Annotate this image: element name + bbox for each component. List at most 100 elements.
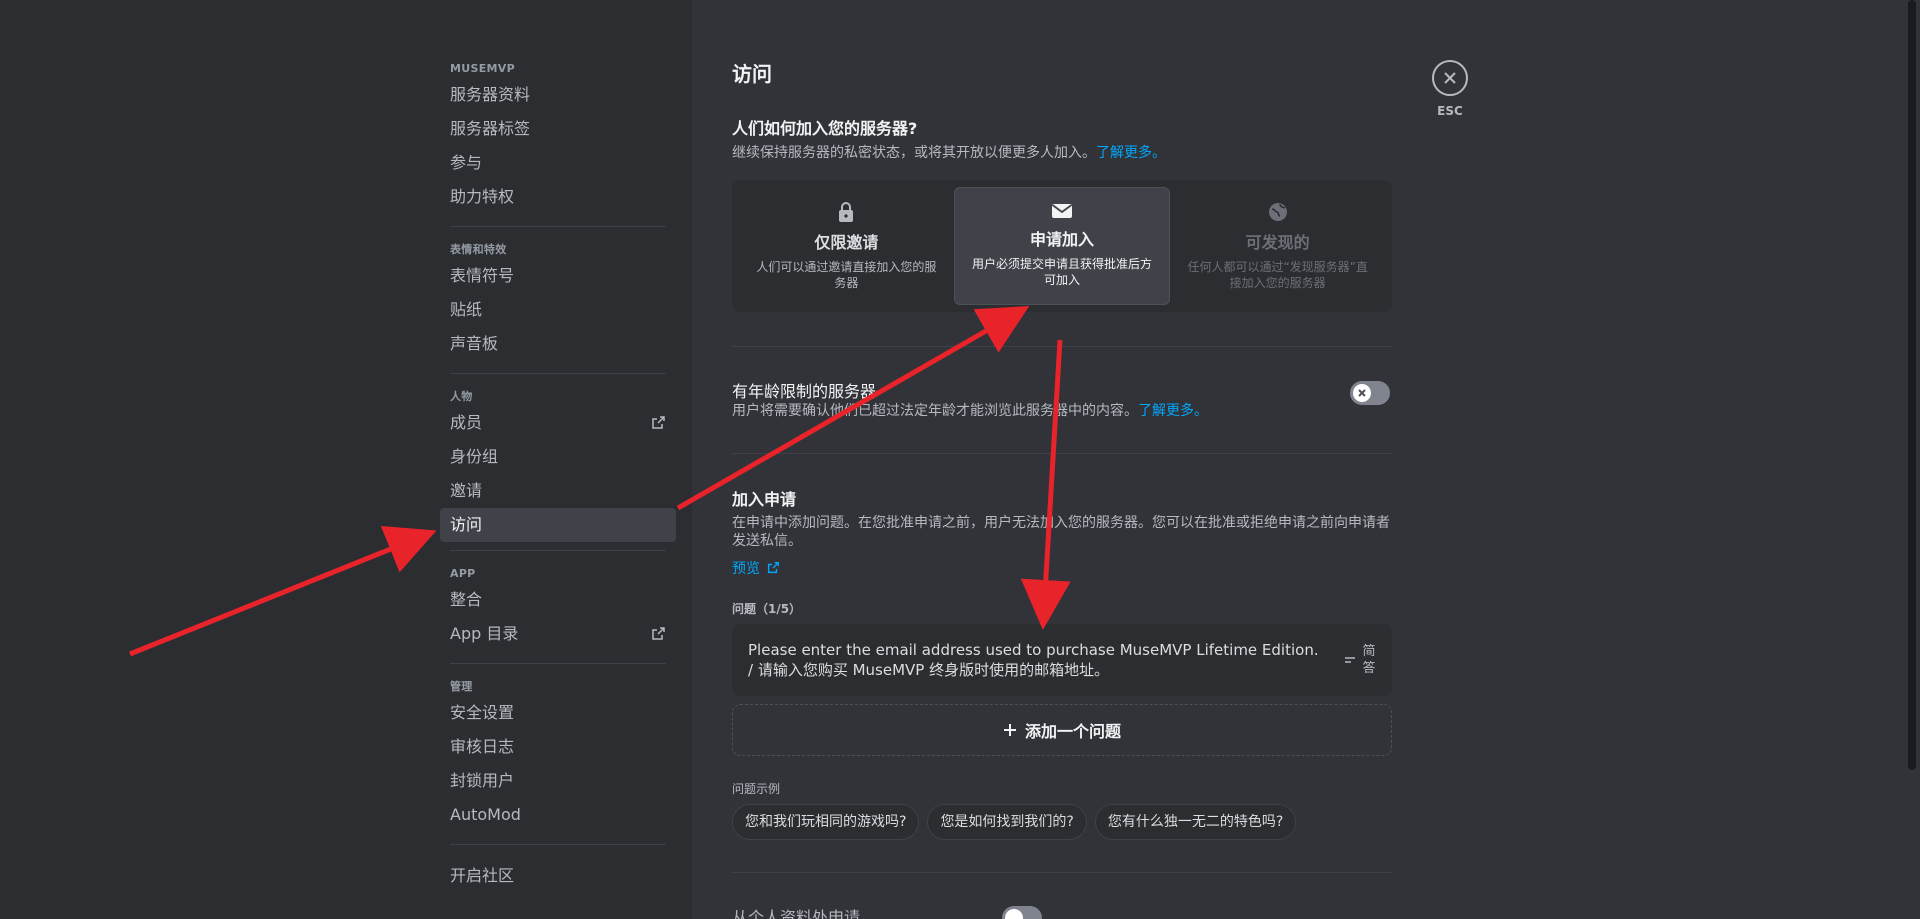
sidebar-divider (450, 663, 666, 664)
sidebar-section-title: 管理 (450, 680, 473, 693)
sidebar-item-server-tags[interactable]: 服务器标签 (440, 112, 676, 146)
close-settings[interactable]: ESC (1432, 60, 1468, 118)
sidebar-section-title: APP (450, 567, 476, 580)
sidebar-item-label: 成员 (450, 413, 483, 432)
apply-to-join-option[interactable]: 申请加入 用户必须提交申请且获得批准后方可加入 (953, 187, 1171, 305)
sidebar-item-boost-perks[interactable]: 助力特权 (440, 180, 676, 214)
section-divider (732, 453, 1392, 454)
external-link-icon (652, 627, 665, 640)
sidebar-item-label: 服务器标签 (450, 119, 531, 138)
sidebar-item-bans[interactable]: 封锁用户 (440, 764, 676, 798)
option-description: 用户必须提交申请且获得批准后方可加入 (972, 257, 1153, 287)
sidebar-item-label: 邀请 (450, 481, 483, 500)
join-description: 继续保持服务器的私密状态，或将其开放以便更多人加入。了解更多。 (732, 144, 1392, 162)
sidebar-item-label: 声音板 (450, 334, 499, 353)
option-title: 可发现的 (1245, 233, 1310, 252)
sidebar-item-label: 贴纸 (450, 300, 483, 319)
sidebar-item-server-profile[interactable]: 服务器资料 (440, 78, 676, 112)
option-title: 仅限邀请 (814, 233, 879, 252)
sidebar-item-label: 身份组 (450, 447, 499, 466)
age-restricted-toggle[interactable] (1350, 381, 1390, 405)
join-heading-text: 人们如何加入您的服务器? (732, 119, 918, 138)
sidebar-item-label: 安全设置 (450, 703, 515, 722)
scrollbar[interactable] (1908, 0, 1916, 770)
apply-from-profile-title: 从个人资料处申请 (732, 908, 861, 919)
age-restricted-description-text: 用户将需要确认他们已超过法定年龄才能浏览此服务器中的内容。 (732, 403, 1138, 419)
questions-count-label: 问题（1/5） (732, 602, 802, 616)
option-title: 申请加入 (1030, 230, 1095, 249)
example-chip[interactable]: 您有什么独一无二的特色吗? (1094, 804, 1297, 840)
lock-icon (839, 202, 854, 222)
sidebar-divider (450, 373, 666, 374)
sidebar-item-emoji[interactable]: 表情符号 (440, 259, 676, 293)
invite-only-option[interactable]: 仅限邀请 人们可以通过邀请直接加入您的服务器 (739, 187, 954, 305)
sidebar-divider (450, 550, 666, 551)
option-description: 人们可以通过邀请直接加入您的服务器 (756, 260, 937, 290)
sidebar-item-label: 审核日志 (450, 737, 515, 756)
close-icon (1358, 389, 1366, 397)
sidebar-item-members[interactable]: 成员 (440, 406, 676, 440)
access-options: 仅限邀请 人们可以通过邀请直接加入您的服务器 申请加入 用户必须提交申请且获得批… (732, 180, 1392, 312)
arrow-to-question (1020, 339, 1071, 630)
sidebar-item-label: 开启社区 (450, 866, 515, 885)
question-examples: 您和我们玩相同的游戏吗? 您是如何找到我们的? 您有什么独一无二的特色吗? (732, 804, 1297, 840)
sidebar-divider (450, 844, 666, 845)
envelope-icon (1051, 204, 1073, 218)
sidebar-item-label: 访问 (450, 515, 483, 534)
esc-label: ESC (1437, 104, 1463, 118)
sidebar-item-soundboard[interactable]: 声音板 (440, 327, 676, 361)
sidebar-item-label: AutoMod (450, 805, 521, 824)
option-description: 任何人都可以通过“发现服务器”直接加入您的服务器 (1187, 260, 1368, 290)
question-text: Please enter the email address used to p… (748, 641, 1319, 679)
sidebar-item-access[interactable]: 访问 (440, 508, 676, 542)
sidebar-divider (450, 226, 666, 227)
example-chip[interactable]: 您是如何找到我们的? (927, 804, 1087, 840)
sidebar-item-label: 整合 (450, 590, 483, 609)
sidebar-item-automod[interactable]: AutoMod (440, 798, 676, 832)
sidebar-item-enable-community[interactable]: 开启社区 (440, 859, 676, 893)
examples-label: 问题示例 (732, 782, 781, 796)
sidebar-item-audit-log[interactable]: 审核日志 (440, 730, 676, 764)
discoverable-option[interactable]: 可发现的 任何人都可以通过“发现服务器”直接加入您的服务器 (1170, 187, 1385, 305)
close-button[interactable] (1432, 60, 1468, 96)
apply-from-profile-toggle[interactable] (1002, 906, 1042, 919)
sidebar-item-safety-setup[interactable]: 安全设置 (440, 696, 676, 730)
settings-sidebar: MUSEMVP 服务器资料 服务器标签 参与 助力特权 表情和特效 表情符号 贴… (440, 58, 676, 893)
section-divider (732, 346, 1392, 347)
short-text-icon (1345, 657, 1355, 663)
sidebar-item-engagement[interactable]: 参与 (440, 146, 676, 180)
question-type: 简答 (1344, 643, 1376, 677)
learn-more-link[interactable]: 了解更多。 (1138, 403, 1208, 419)
age-restricted-title: 有年龄限制的服务器 (732, 382, 877, 401)
sidebar-item-label: 封锁用户 (450, 771, 515, 790)
preview-link[interactable]: 预览 (732, 558, 780, 578)
sidebar-item-label: 表情符号 (450, 266, 515, 285)
sidebar-item-stickers[interactable]: 贴纸 (440, 293, 676, 327)
sidebar-section-title: MUSEMVP (450, 62, 515, 75)
sidebar-item-label: 助力特权 (450, 187, 515, 206)
toggle-knob (1353, 384, 1371, 402)
sidebar-section-title: 表情和特效 (450, 243, 507, 256)
external-link-icon (652, 416, 665, 429)
join-description-text: 继续保持服务器的私密状态，或将其开放以便更多人加入。 (732, 145, 1096, 161)
question-type-label: 简答 (1362, 644, 1376, 676)
section-divider (732, 872, 1392, 873)
close-icon (1444, 72, 1456, 84)
add-question-button[interactable]: 添加一个问题 (732, 704, 1392, 756)
join-applications-description: 在申请中添加问题。在您批准申请之前，用户无法加入您的服务器。您可以在批准或拒绝申… (732, 515, 1390, 549)
external-link-icon (767, 562, 779, 574)
sidebar-item-integrations[interactable]: 整合 (440, 583, 676, 617)
age-restricted-description: 用户将需要确认他们已超过法定年龄才能浏览此服务器中的内容。了解更多。 (732, 402, 1208, 420)
learn-more-link[interactable]: 了解更多。 (1096, 145, 1166, 161)
sidebar-item-roles[interactable]: 身份组 (440, 440, 676, 474)
question-card[interactable]: Please enter the email address used to p… (732, 624, 1392, 696)
sidebar-item-invites[interactable]: 邀请 (440, 474, 676, 508)
page-title: 访问 (732, 62, 772, 86)
example-chip[interactable]: 您和我们玩相同的游戏吗? (732, 804, 920, 840)
sidebar-item-app-directory[interactable]: App 目录 (440, 617, 676, 651)
globe-icon (1268, 203, 1287, 221)
join-heading: 人们如何加入您的服务器? (732, 115, 917, 139)
plus-icon (1003, 724, 1016, 736)
toggle-knob (1005, 909, 1023, 919)
sidebar-item-label: 服务器资料 (450, 85, 531, 104)
